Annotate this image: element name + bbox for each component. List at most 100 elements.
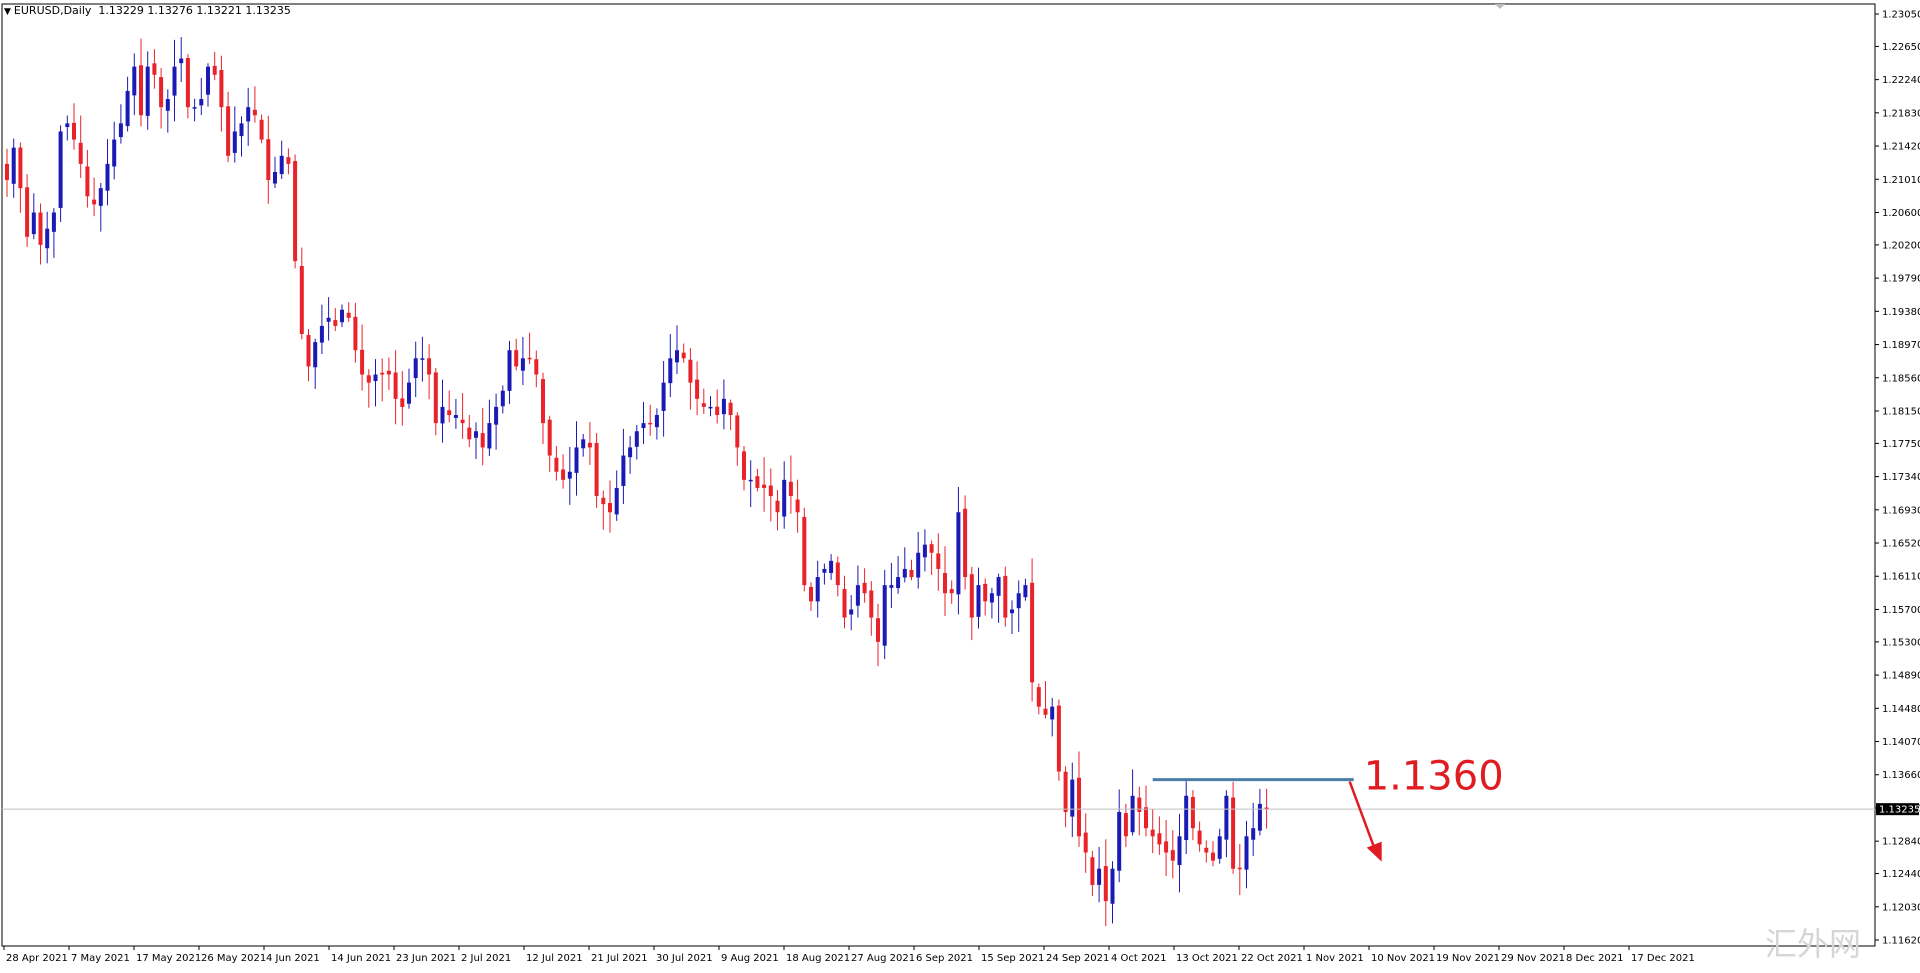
bear-candle [346,312,351,318]
price-chart[interactable]: 1.23050 1.22650 1.22240 1.21830 1.21420 1.210… [0,0,1920,968]
date-tick-label: 27 Aug 2021 [851,953,915,964]
bear-candle [527,357,532,360]
bull-candle [98,188,103,206]
bull-candle [567,471,572,479]
date-tick-label: 7 May 2021 [71,953,130,964]
bull-candle [232,131,237,153]
bull-candle [882,585,887,646]
bear-candle [648,422,653,425]
scroll-marker-icon[interactable] [1495,4,1505,9]
bull-candle [889,585,894,588]
bear-candle [554,457,559,472]
date-tick-label: 15 Sep 2021 [981,953,1044,964]
bear-candle [869,590,874,618]
date-tick-label: 23 Jun 2021 [396,953,456,964]
bear-candle [1204,847,1209,853]
bull-candle [822,568,827,573]
bear-candle [78,142,83,164]
bear-candle [601,497,606,505]
bull-candle [520,358,525,371]
bull-candle [1050,706,1055,720]
bear-candle [701,403,706,407]
bear-candle [1123,813,1128,837]
bear-candle [1170,850,1175,861]
bull-candle [199,99,204,106]
date-tick-label: 4 Oct 2021 [1111,953,1166,964]
bear-candle [755,476,760,488]
bull-candle [1244,836,1249,870]
bear-candle [1157,833,1162,845]
bear-candle [1043,708,1048,715]
bull-candle [675,350,679,363]
price-tick-label: 1.14070 [1882,737,1920,748]
bear-candle [139,65,143,116]
bull-candle [279,155,284,175]
bull-candle [1023,585,1028,598]
bear-candle [266,139,271,181]
date-tick-label: 9 Aug 2021 [721,953,779,964]
bear-candle [259,119,264,140]
plot-frame [1,3,1876,947]
bull-candle [118,123,123,138]
date-tick-label: 4 Jun 2021 [266,953,320,964]
bear-candle [433,372,438,424]
bear-candle [219,69,224,108]
bear-candle [835,562,840,586]
bear-candle [1150,829,1155,837]
bull-candle [1110,868,1115,904]
bear-candle [1197,830,1202,845]
bull-candle [1224,795,1229,840]
bull-candle [407,382,411,404]
bear-candle [929,544,934,553]
bear-candle [541,379,545,424]
bull-candle [976,585,981,617]
bear-candle [152,63,157,75]
price-tick-label: 1.13660 [1882,770,1920,781]
bear-candle [1063,771,1068,812]
bear-candle [1237,867,1242,870]
date-tick-label: 17 Dec 2021 [1631,953,1695,964]
bear-candle [393,372,398,399]
bear-candle [1083,832,1088,853]
bull-candle [621,455,626,486]
price-tick-label: 1.15300 [1882,637,1920,648]
bull-candle [132,66,137,96]
bull-candle [65,123,70,128]
bear-candle [299,265,304,335]
bear-candle [1030,582,1035,683]
dropdown-triangle-icon[interactable]: ▼ [4,7,11,17]
bear-candle [386,370,391,375]
watermark: 汇外网 [1765,925,1861,963]
bear-candle [1103,866,1108,902]
bear-candle [949,589,954,594]
date-tick-label: 14 Jun 2021 [331,953,391,964]
bull-candle [246,107,251,122]
bull-candle [916,552,921,578]
date-tick-label: 17 May 2021 [136,953,201,964]
bull-candle [989,593,994,603]
bear-candle [561,469,566,480]
date-tick-label: 30 Jul 2021 [656,953,713,964]
bear-candle [252,109,257,116]
bear-candle [862,582,867,594]
bull-candle [453,415,458,418]
bear-candle [608,502,612,513]
symbol-timeframe: EURUSD,Daily [13,4,92,17]
bear-candle [547,419,552,456]
bear-candle [85,166,90,197]
bear-candle [185,58,190,108]
bull-candle [31,212,36,235]
chart-area[interactable]: ▼ EURUSD,Daily 1.13229 1.13276 1.13221 1.… [0,0,1920,968]
bull-candle [340,309,344,323]
bull-candle [668,358,673,384]
bull-candle [1217,836,1222,859]
bull-candle [1117,811,1122,871]
bear-candle [802,516,807,586]
bull-candle [641,423,646,429]
bear-candle [333,320,338,326]
bull-candle [239,123,244,137]
bull-candle [815,577,820,602]
bull-candle [996,577,1001,596]
bear-candle [226,106,231,156]
bear-candle [5,163,9,181]
